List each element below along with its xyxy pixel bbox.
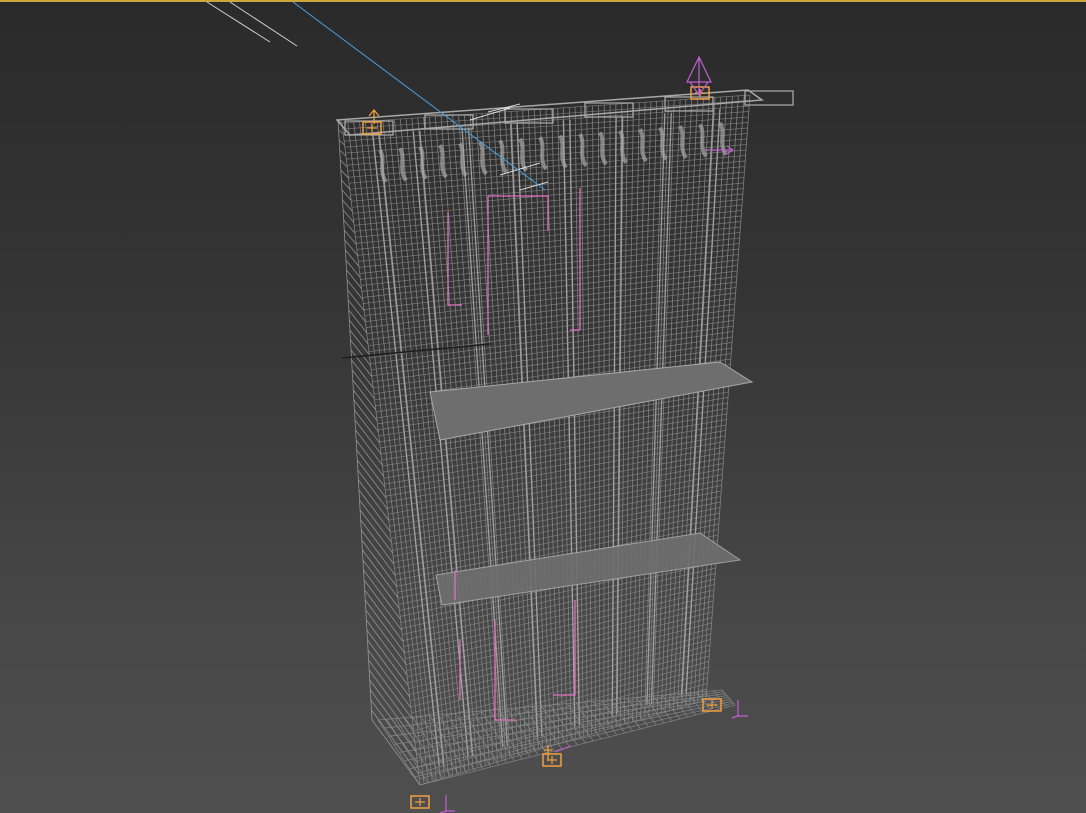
facade-side-face [337,119,421,786]
facade-horizontal-lines [341,94,751,786]
light-bottom-left[interactable] [410,795,430,809]
helper-axis-icon [554,745,572,753]
perspective-viewport[interactable] [0,0,1086,813]
guide-line [229,1,298,47]
building-wireframe[interactable] [335,89,794,786]
light-bottom-center[interactable] [542,753,562,767]
helper-axis-icon [731,700,748,719]
camera-target-line [292,1,546,191]
slab-lower [435,532,742,606]
helper-axis-icon [439,795,455,813]
facade-vertical-lines [341,94,751,786]
scene-canvas[interactable] [0,0,1086,813]
